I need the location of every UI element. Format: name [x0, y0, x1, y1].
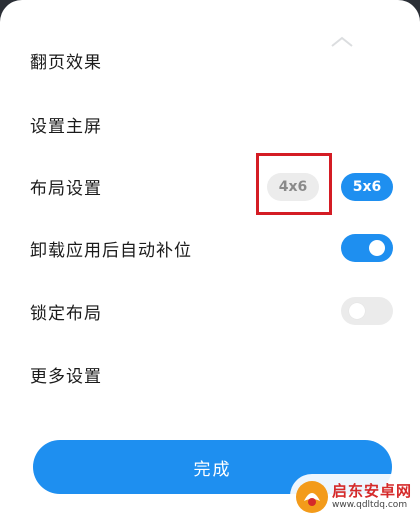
launcher-settings-sheet: 翻页效果 设置主屏 布局设置 4x6 5x6 卸载应用后自动补位 锁定布局 更多… — [0, 0, 420, 519]
watermark-name: 启东安卓网 — [332, 481, 413, 500]
row-label: 布局设置 — [30, 178, 102, 199]
row-page-effect[interactable]: 翻页效果 — [30, 40, 393, 80]
lock-layout-toggle[interactable] — [341, 297, 393, 325]
row-label: 设置主屏 — [30, 116, 102, 137]
row-layout-settings: 布局设置 4x6 5x6 — [30, 166, 393, 206]
layout-option-5x6[interactable]: 5x6 — [341, 173, 393, 201]
watermark-logo-icon — [296, 480, 328, 513]
row-label: 翻页效果 — [30, 52, 102, 73]
toggle-knob — [349, 303, 365, 319]
row-more-settings[interactable]: 更多设置 — [30, 354, 393, 394]
row-lock-layout: 锁定布局 — [30, 291, 393, 331]
row-label: 锁定布局 — [30, 303, 102, 324]
annotation-highlight-box — [256, 153, 332, 215]
watermark-url: www.qdltdq.com — [332, 499, 408, 510]
row-set-home-screen[interactable]: 设置主屏 — [30, 104, 393, 144]
row-auto-fill: 卸载应用后自动补位 — [30, 228, 393, 268]
watermark: 启东安卓网 www.qdltdq.com — [290, 474, 420, 519]
row-label: 卸载应用后自动补位 — [30, 240, 192, 261]
row-label: 更多设置 — [30, 366, 102, 387]
watermark-text: 启东安卓网 www.qdltdq.com — [332, 481, 413, 511]
auto-fill-toggle[interactable] — [341, 234, 393, 262]
toggle-knob — [369, 240, 385, 256]
